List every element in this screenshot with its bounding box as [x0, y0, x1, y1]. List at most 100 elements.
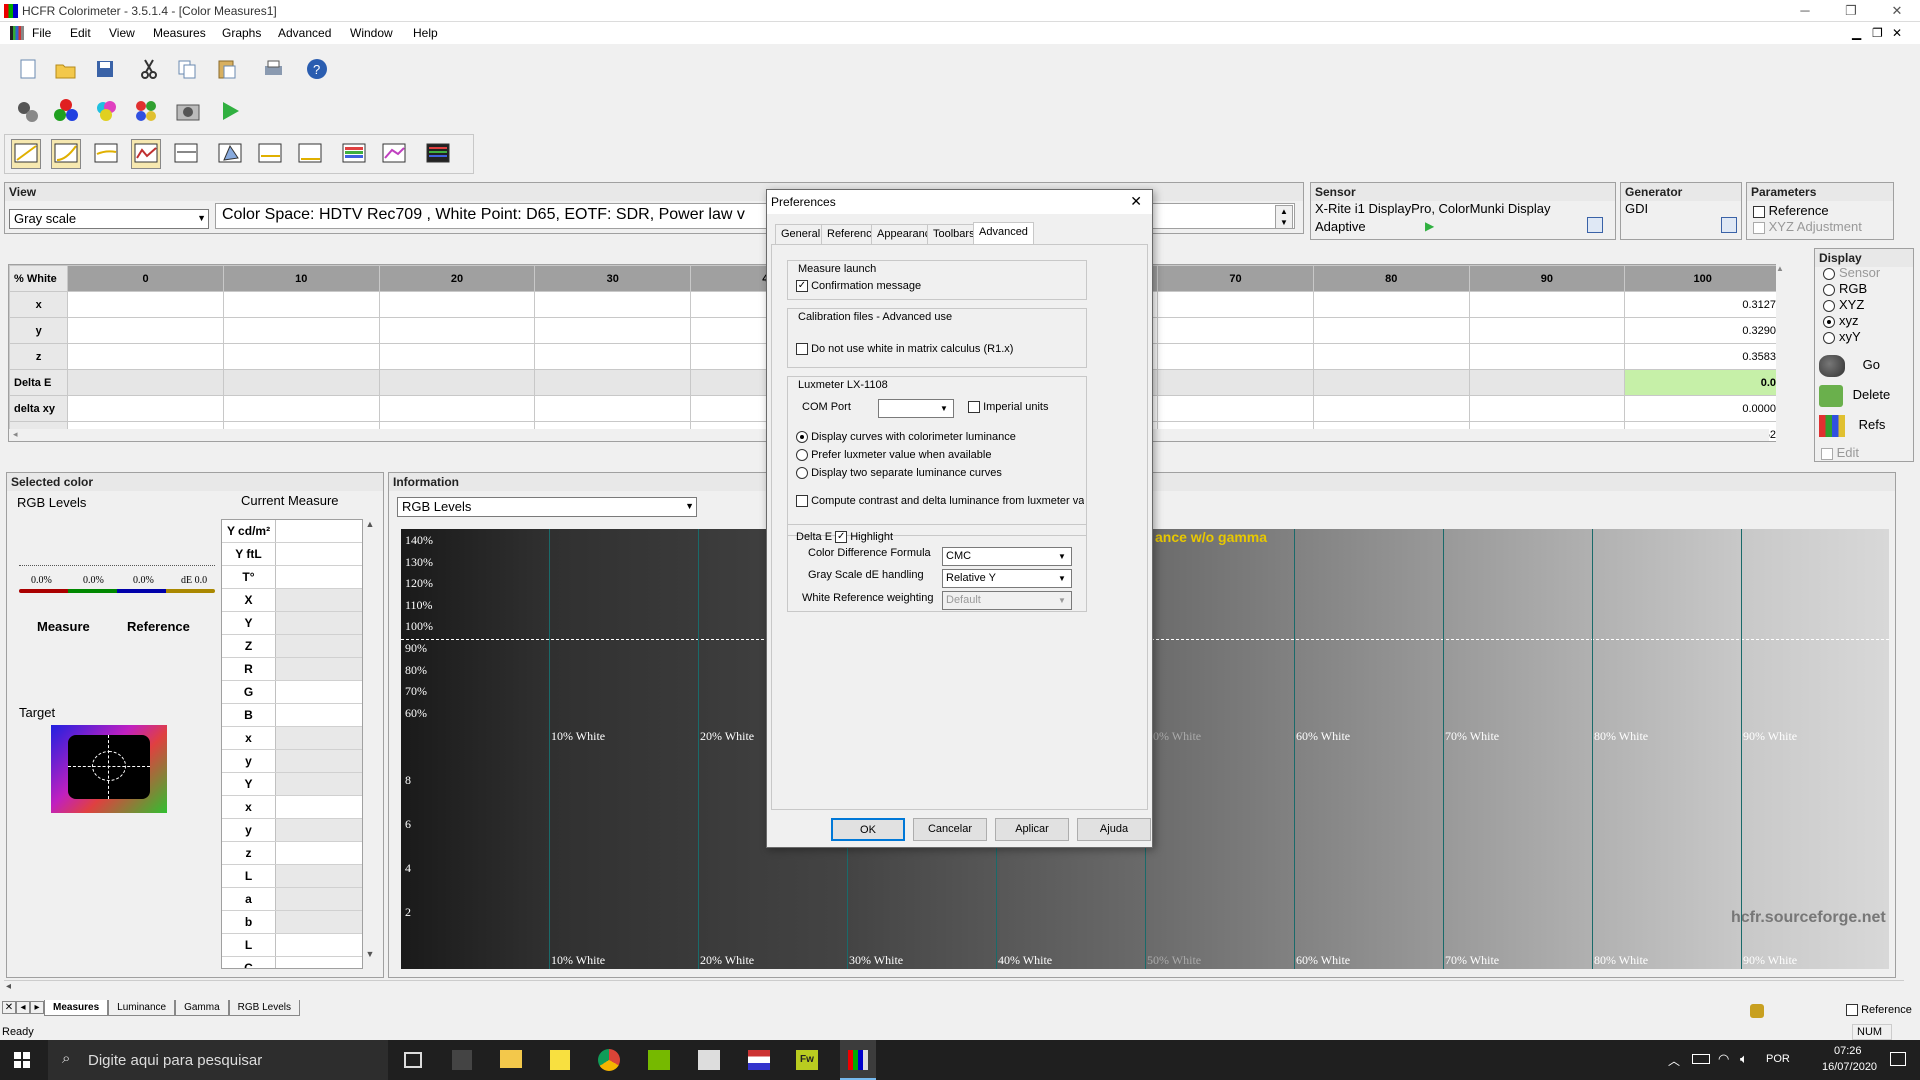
primaries-icon[interactable] [50, 95, 80, 125]
measure-list-row[interactable]: C [222, 957, 362, 968]
menu-graphs[interactable]: Graphs [222, 26, 261, 40]
flag-app-icon[interactable] [748, 1050, 770, 1070]
file-explorer-icon[interactable] [500, 1050, 522, 1068]
graph-cie-icon[interactable] [215, 139, 245, 169]
clock-date[interactable]: 16/07/2020 [1822, 1061, 1877, 1073]
highlight-checkbox[interactable]: ✓ [835, 531, 848, 544]
sheet-tab-measures[interactable]: Measures [44, 1000, 109, 1016]
measure-list-row[interactable]: T° [222, 566, 362, 589]
grid-col-header[interactable]: 0 [67, 265, 224, 292]
grid-cell[interactable]: 0.3127 [1624, 291, 1779, 318]
main-hscroll[interactable]: ◂ [4, 980, 1904, 996]
measure-list-row[interactable]: x [222, 727, 362, 750]
save-icon[interactable] [90, 54, 120, 84]
menu-edit[interactable]: Edit [70, 26, 91, 40]
menu-file[interactable]: File [32, 26, 51, 40]
help-icon[interactable]: ? [302, 54, 332, 84]
secondaries-icon[interactable] [90, 95, 120, 125]
grid-col-header[interactable]: 90 [1468, 265, 1626, 292]
all-colors-icon[interactable] [130, 95, 160, 125]
wifi-icon[interactable]: ◠ [1718, 1051, 1729, 1067]
grid-cell[interactable] [378, 317, 536, 344]
grid-cell[interactable] [67, 369, 224, 396]
measure-list-row[interactable]: R [222, 658, 362, 681]
grid-cell[interactable] [534, 291, 692, 318]
graph-rgb-icon[interactable] [131, 139, 161, 169]
grid-col-header[interactable]: 10 [222, 265, 380, 292]
grid-col-header[interactable]: 100 [1624, 265, 1779, 292]
grid-col-header[interactable]: 20 [378, 265, 536, 292]
volume-icon[interactable]: 🔈︎ [1740, 1051, 1748, 1067]
grid-cell[interactable] [222, 343, 380, 370]
grid-cell[interactable]: 0.0000 [1624, 395, 1779, 422]
grid-cell[interactable] [67, 395, 224, 422]
grid-cell[interactable] [1312, 291, 1470, 318]
grid-col-header[interactable]: 80 [1312, 265, 1470, 292]
new-file-icon[interactable] [12, 54, 42, 84]
status-reference-checkbox[interactable]: Reference [1846, 1004, 1912, 1017]
photos-icon[interactable] [698, 1050, 720, 1070]
notification-icon[interactable] [1890, 1052, 1906, 1066]
measure-list-row[interactable]: Y cd/m² [222, 520, 362, 543]
cut-icon[interactable] [134, 54, 164, 84]
contrast-checkbox[interactable]: Compute contrast and delta luminance fro… [796, 495, 1084, 508]
windows-start-icon[interactable] [14, 1052, 30, 1068]
grid-cell[interactable] [1468, 291, 1626, 318]
dialog-tab-advanced[interactable]: Advanced [973, 222, 1034, 245]
measure-list-row[interactable]: x [222, 796, 362, 819]
grid-cell[interactable] [1312, 395, 1470, 422]
task-view-icon[interactable] [404, 1052, 422, 1068]
sheet-tab-luminance[interactable]: Luminance [108, 1000, 176, 1016]
sheet-tab-gamma[interactable]: Gamma [175, 1000, 229, 1016]
graph-saturation-icon[interactable] [339, 139, 369, 169]
sticky-notes-icon[interactable] [550, 1050, 570, 1070]
open-folder-icon[interactable] [50, 54, 80, 84]
taskbar-search[interactable]: ⌕ Digite aqui para pesquisar [48, 1040, 388, 1080]
grid-cell[interactable]: 0.3583 [1624, 343, 1779, 370]
grid-cell[interactable] [378, 369, 536, 396]
tab-nav-prev[interactable]: ◂ [16, 1001, 30, 1014]
imperial-checkbox[interactable]: Imperial units [968, 401, 1048, 414]
sheet-tab-rgb-levels[interactable]: RGB Levels [228, 1000, 300, 1016]
refs-button[interactable]: Refs [1819, 415, 1911, 443]
radio-colorimeter-lum[interactable]: Display curves with colorimeter luminanc… [796, 431, 1016, 444]
confirmation-checkbox[interactable]: ✓ Confirmation message [796, 280, 921, 293]
display-radio-rgb[interactable]: RGB [1823, 281, 1913, 297]
print-icon[interactable] [258, 54, 288, 84]
menu-advanced[interactable]: Advanced [278, 26, 331, 40]
fireworks-icon[interactable]: Fw [796, 1050, 818, 1070]
grid-cell[interactable] [222, 369, 380, 396]
com-port-select[interactable]: ▼ [878, 399, 954, 418]
grid-cell[interactable] [1312, 369, 1470, 396]
graph-saturation2-icon[interactable] [379, 139, 409, 169]
grid-cell[interactable] [1157, 343, 1314, 370]
grid-row-header[interactable]: z [9, 343, 69, 370]
measure-list-row[interactable]: z [222, 842, 362, 865]
grid-cell[interactable] [378, 291, 536, 318]
grid-cell[interactable] [378, 395, 536, 422]
grid-cell[interactable] [1157, 317, 1314, 344]
help-button[interactable]: Ajuda [1077, 818, 1151, 841]
play-icon[interactable] [214, 95, 244, 125]
radio-two-curves[interactable]: Display two separate luminance curves [796, 467, 1002, 480]
measure-list-scrollbar[interactable]: ▲ ▼ [363, 519, 377, 969]
grayscale-de-select[interactable]: Relative Y ▼ [942, 569, 1072, 588]
grid-cell[interactable] [1157, 369, 1314, 396]
measure-list-row[interactable]: Y [222, 612, 362, 635]
view-spinner[interactable]: ▲ ▼ [1275, 205, 1293, 229]
display-radio-xyy[interactable]: xyY [1823, 329, 1913, 345]
measure-list-row[interactable]: L [222, 934, 362, 957]
no-white-checkbox[interactable]: Do not use white in matrix calculus (R1.… [796, 343, 1013, 356]
dialog-close-button[interactable]: ✕ [1130, 193, 1142, 210]
grid-cell[interactable] [1157, 291, 1314, 318]
measure-list-row[interactable]: Y [222, 773, 362, 796]
sensor-config-icon[interactable] [1587, 217, 1603, 233]
paste-icon[interactable] [212, 54, 242, 84]
grid-col-header[interactable]: 70 [1157, 265, 1314, 292]
generator-config-icon[interactable] [1721, 217, 1737, 233]
measure-list-row[interactable]: L [222, 865, 362, 888]
dialog-tab-general[interactable]: General [775, 224, 827, 244]
sensor-play-icon[interactable]: ▶ [1425, 219, 1434, 233]
grid-cell[interactable] [67, 343, 224, 370]
grid-cell[interactable] [1468, 369, 1626, 396]
